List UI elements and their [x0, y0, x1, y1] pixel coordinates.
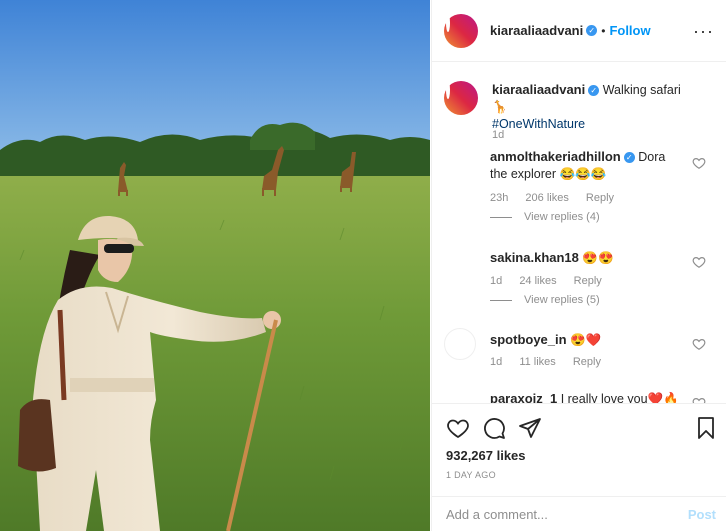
comment-body: anmolthakeriadhillon ✓ Dora the explorer … — [490, 148, 686, 183]
bookmark-icon[interactable] — [694, 416, 718, 440]
post-header: kiaraaliaadvani ✓ • Follow ··· — [432, 0, 726, 62]
post-actions: 932,267 likes 1 DAY AGO Post — [432, 403, 726, 531]
comment-icon[interactable] — [482, 416, 506, 440]
safari-photo — [0, 0, 430, 531]
comment-time: 1d — [490, 356, 503, 368]
verified-icon: ✓ — [623, 152, 635, 164]
comment-username[interactable]: sakina.khan18 — [490, 250, 579, 265]
comment-text: I really love you❤️🔥 — [560, 392, 679, 403]
caption-body: kiaraaliaadvani ✓ Walking safari 🦒 #OneWi… — [492, 81, 686, 133]
comment-body: paraxoiz_1 I really love you❤️🔥 — [490, 390, 686, 403]
comment-meta: 23h 206 likes Reply — [490, 192, 628, 204]
view-replies-button[interactable]: View replies (4) — [490, 211, 600, 223]
post-side-panel: kiaraaliaadvani ✓ • Follow ··· kiaraalia… — [431, 0, 726, 531]
comment-likes[interactable]: 11 likes — [519, 356, 555, 368]
comment-body: spotboye_in 😍❤️ — [490, 331, 686, 349]
view-replies-label[interactable]: View replies (5) — [524, 294, 600, 306]
follow-button[interactable]: Follow — [609, 23, 650, 38]
comment-body: sakina.khan18 😍😍 — [490, 249, 686, 267]
more-icon[interactable]: ··· — [693, 22, 714, 40]
comment-heart-icon[interactable] — [692, 396, 706, 403]
comment-input[interactable] — [446, 507, 676, 522]
verified-icon: ✓ — [586, 25, 598, 36]
comment-username[interactable]: anmolthakeriadhillon — [490, 149, 621, 164]
replies-line — [490, 216, 512, 218]
commenter-avatar[interactable] — [444, 246, 476, 278]
add-comment-bar: Post — [432, 496, 726, 531]
caption-meta: 1d — [492, 129, 518, 141]
commenter-avatar[interactable] — [444, 148, 476, 180]
caption-username[interactable]: kiaraaliaadvani — [492, 82, 585, 97]
comment-likes[interactable]: 24 likes — [519, 275, 556, 287]
heart-icon[interactable] — [446, 416, 470, 440]
comment-heart-icon[interactable] — [692, 156, 706, 170]
like-count[interactable]: 932,267 likes — [446, 448, 526, 463]
replies-line — [490, 299, 512, 301]
comment-text: 😍❤️ — [570, 333, 602, 347]
reply-button[interactable]: Reply — [574, 275, 602, 287]
post-button[interactable]: Post — [688, 507, 716, 522]
view-replies-button[interactable]: View replies (5) — [490, 294, 600, 306]
comment-heart-icon[interactable] — [692, 255, 706, 269]
author-username[interactable]: kiaraaliaadvani — [490, 23, 583, 38]
view-replies-label[interactable]: View replies (4) — [524, 211, 600, 223]
comment-time: 1d — [490, 275, 503, 287]
share-icon[interactable] — [518, 416, 542, 440]
comment-meta: 1d 24 likes Reply — [490, 275, 616, 287]
author-avatar[interactable] — [444, 13, 478, 48]
comments-list[interactable]: kiaraaliaadvani ✓ Walking safari 🦒 #OneWi… — [432, 63, 726, 403]
comment-heart-icon[interactable] — [692, 337, 706, 351]
comment-likes[interactable]: 206 likes — [525, 192, 568, 204]
post-photo[interactable] — [0, 0, 430, 531]
separator-dot: • — [601, 23, 606, 38]
verified-icon: ✓ — [588, 85, 600, 97]
reply-button[interactable]: Reply — [586, 192, 614, 204]
reply-button[interactable]: Reply — [573, 356, 601, 368]
author-avatar[interactable] — [444, 81, 478, 115]
post-time: 1 DAY AGO — [446, 470, 496, 480]
comment-text: 😍😍 — [582, 251, 614, 265]
comment-username[interactable]: paraxoiz_1 — [490, 391, 557, 403]
commenter-avatar[interactable] — [444, 328, 476, 360]
commenter-avatar[interactable] — [444, 389, 476, 403]
comment-username[interactable]: spotboye_in — [490, 332, 567, 347]
comment-meta: 1d 11 likes Reply — [490, 356, 615, 368]
caption-time: 1d — [492, 129, 505, 141]
comment-time: 23h — [490, 192, 509, 204]
